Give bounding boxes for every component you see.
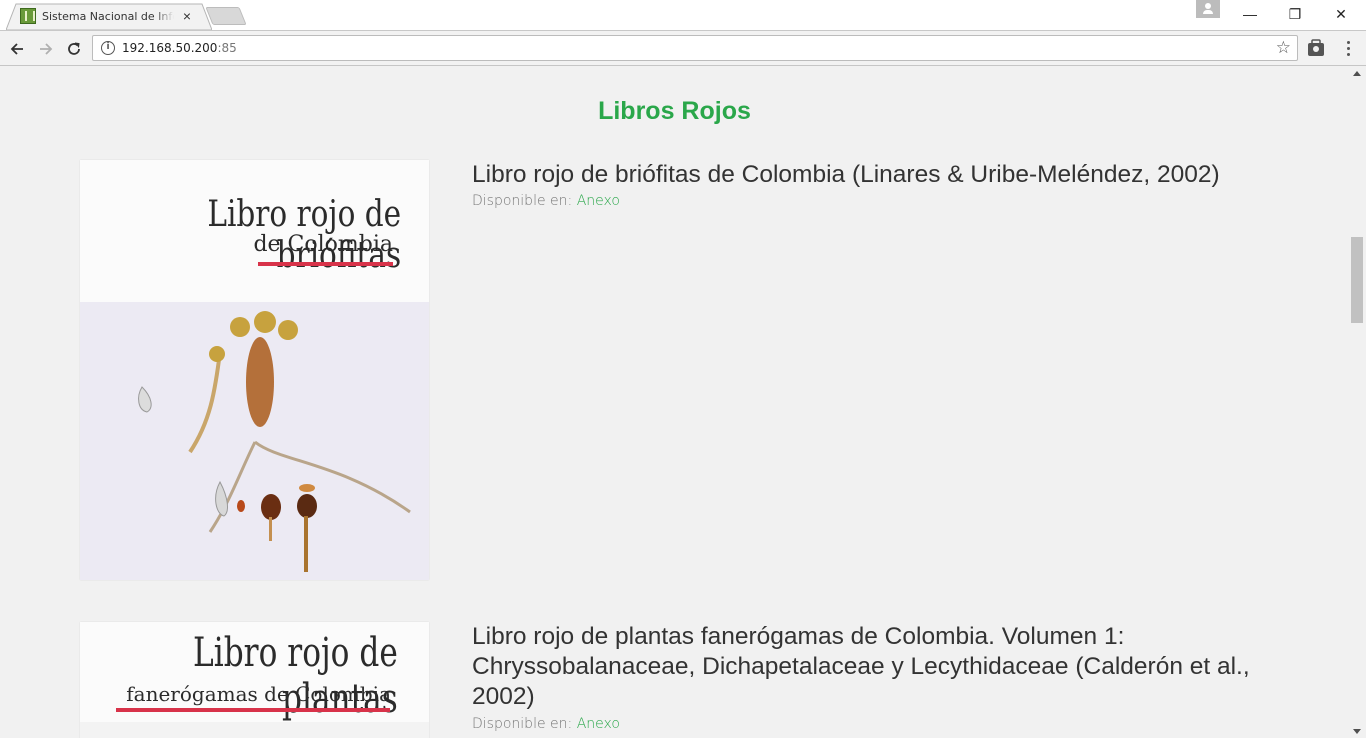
- extension-icon[interactable]: [1305, 37, 1327, 59]
- book-title: Libro rojo de plantas fanerógamas de Col…: [472, 623, 1250, 710]
- forward-arrow-icon: [40, 43, 53, 55]
- vertical-scrollbar[interactable]: [1349, 67, 1366, 738]
- moss-illustration-icon: [80, 302, 429, 580]
- back-button[interactable]: [4, 36, 30, 62]
- minimize-button[interactable]: —: [1227, 0, 1273, 28]
- annex-link[interactable]: Anexo: [577, 716, 620, 732]
- site-info-icon[interactable]: i: [101, 41, 115, 55]
- page-title: Libros Rojos: [598, 97, 751, 125]
- profile-icon[interactable]: [1196, 0, 1220, 18]
- reload-icon: [68, 42, 80, 55]
- book-cover-image[interactable]: Libro rojo de plantas fanerógamas de Col…: [80, 622, 429, 738]
- close-window-button[interactable]: ✕: [1318, 0, 1364, 28]
- tab-strip: Sistema Nacional de Información × — ❐ ✕: [0, 0, 1366, 30]
- new-tab-button[interactable]: [205, 7, 247, 25]
- cover-illustration: [80, 722, 429, 738]
- availability-line: Disponible en: Anexo: [472, 716, 620, 732]
- scroll-up-arrow-icon[interactable]: [1353, 71, 1361, 76]
- cover-title-line2: de Colombia: [253, 232, 393, 257]
- browser-menu-icon[interactable]: [1340, 37, 1356, 59]
- availability-label: Disponible en:: [472, 193, 573, 209]
- active-tab[interactable]: Sistema Nacional de Información ×: [20, 4, 202, 28]
- scroll-down-arrow-icon[interactable]: [1353, 729, 1361, 734]
- cover-illustration: [80, 302, 429, 580]
- address-bar[interactable]: i 192.168.50.200:85 ☆: [92, 35, 1298, 61]
- maximize-button[interactable]: ❐: [1272, 0, 1318, 28]
- cover-red-underline: [116, 708, 390, 712]
- browser-toolbar: i 192.168.50.200:85 ☆: [0, 30, 1366, 66]
- book-title: Libro rojo de briófitas de Colombia (Lin…: [472, 161, 1220, 188]
- site-favicon-icon: [20, 8, 36, 24]
- availability-line: Disponible en: Anexo: [472, 193, 620, 209]
- url-host: 192.168.50.200: [122, 41, 218, 55]
- back-arrow-icon: [10, 43, 23, 55]
- forward-button[interactable]: [33, 36, 59, 62]
- tab-close-icon[interactable]: ×: [180, 9, 194, 23]
- bookmark-star-icon[interactable]: ☆: [1276, 38, 1291, 58]
- reload-button[interactable]: [61, 36, 87, 62]
- book-cover-image[interactable]: Libro rojo de briófitas de Colombia: [80, 160, 429, 580]
- url-port: :85: [217, 41, 237, 55]
- page-viewport: Libros Rojos Libro rojo de briófitas de …: [0, 67, 1349, 738]
- cover-title-line2: fanerógamas de Colombia: [126, 682, 391, 706]
- annex-link[interactable]: Anexo: [577, 193, 620, 209]
- url-text[interactable]: 192.168.50.200:85: [122, 41, 237, 55]
- cover-red-underline: [258, 262, 393, 266]
- scrollbar-thumb[interactable]: [1351, 237, 1363, 323]
- tab-title: Sistema Nacional de Información: [42, 9, 174, 23]
- availability-label: Disponible en:: [472, 716, 573, 732]
